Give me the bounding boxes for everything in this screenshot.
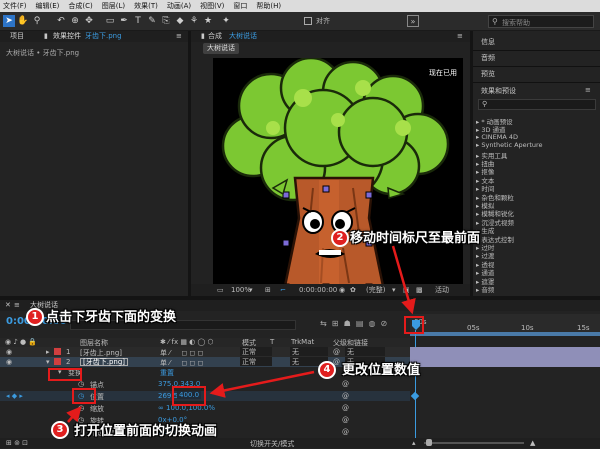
annotation-3-badge: 3	[51, 421, 69, 439]
annotation-2-text: 移动时间标尺至最前面	[350, 231, 481, 246]
annotation-arrows	[66, 245, 416, 423]
annotation-4-badge: 4	[318, 361, 336, 379]
annotation-3-text: 打开位置前面的切换动画	[74, 424, 218, 439]
annotation-2-badge: 2	[331, 229, 349, 247]
annotation-4-text: 更改位置数值	[342, 363, 421, 378]
annotation-1-text: 点击下牙齿下面的变换	[46, 310, 177, 325]
annotation-1-badge: 1	[26, 308, 44, 326]
